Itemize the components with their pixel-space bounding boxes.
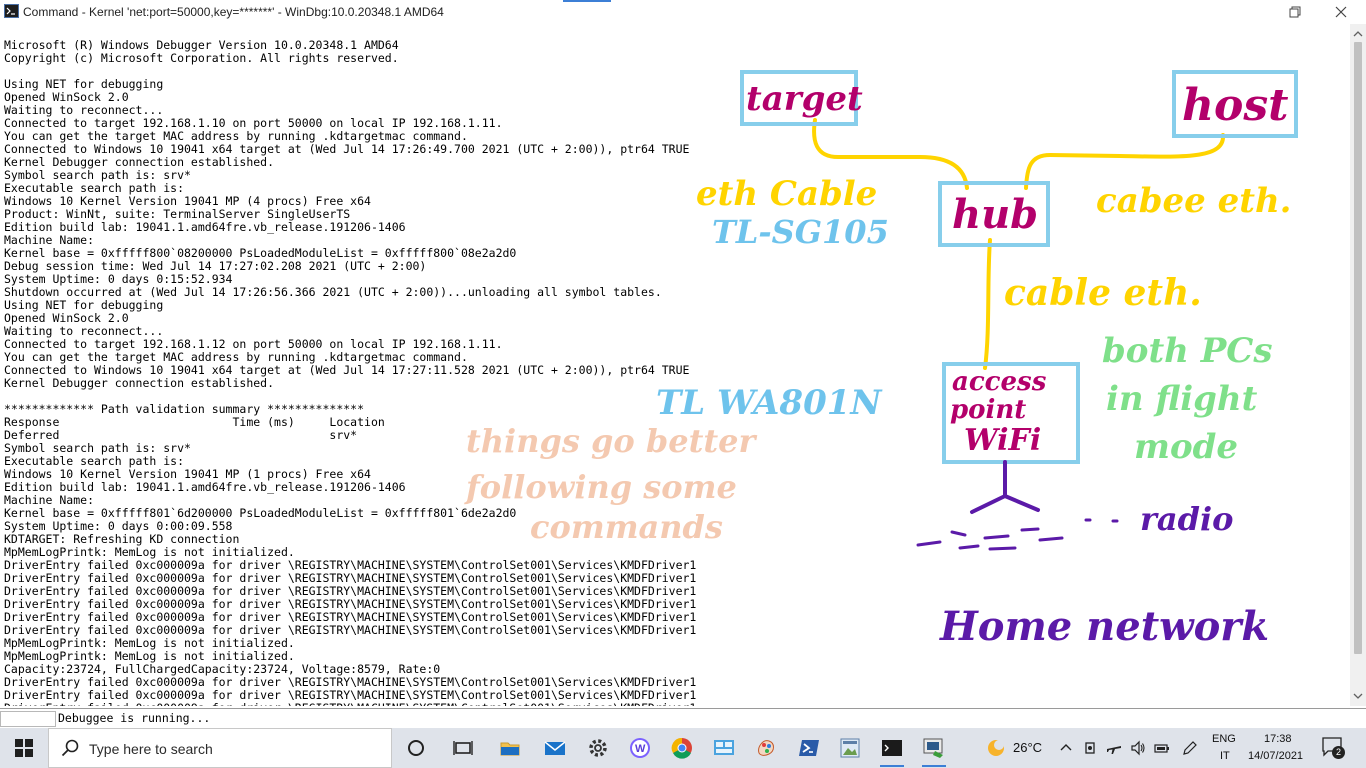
window-title: Command - Kernel 'net:port=50000,key=***…	[23, 5, 444, 19]
command-window-icon[interactable]	[4, 4, 19, 18]
settings-icon	[589, 739, 607, 757]
vertical-scrollbar[interactable]	[1350, 24, 1366, 706]
mail-icon	[544, 741, 566, 755]
mail-button[interactable]	[535, 728, 575, 768]
title-accent-bar	[563, 0, 611, 2]
paint-button[interactable]	[746, 728, 786, 768]
output-text: Microsoft (R) Windows Debugger Version 1…	[4, 39, 696, 707]
airplane-mode-icon[interactable]	[1106, 740, 1122, 756]
notification-count: 2	[1332, 746, 1345, 759]
output-line: Copyright (c) Microsoft Corporation. All…	[4, 51, 399, 65]
windbg-button[interactable]	[914, 728, 954, 768]
chevron-up-icon[interactable]	[1058, 740, 1074, 756]
command-prompt-box	[0, 711, 56, 727]
restore-icon	[1289, 6, 1301, 18]
settings-button[interactable]	[578, 728, 618, 768]
svg-text:W: W	[635, 743, 646, 755]
usb-device-icon[interactable]	[1082, 740, 1098, 756]
start-button[interactable]	[0, 728, 48, 768]
weather-temperature[interactable]: 26°C	[1013, 740, 1042, 755]
weather-sun-icon[interactable]	[985, 737, 1007, 759]
notifications-button[interactable]: 2	[1322, 737, 1346, 759]
file-explorer-button[interactable]	[490, 728, 530, 768]
terminal-button[interactable]	[872, 728, 912, 768]
cortana-button[interactable]	[396, 728, 436, 768]
task-view-button[interactable]	[443, 728, 483, 768]
command-bar: Debuggee is running...	[0, 708, 1366, 729]
windows-logo-icon	[15, 739, 33, 757]
output-line: Edition build lab: 19041.1.amd64fre.vb_r…	[4, 220, 406, 234]
search-box[interactable]: Type here to search	[48, 728, 392, 768]
cortana-icon	[408, 740, 424, 756]
command-output[interactable]: Microsoft (R) Windows Debugger Version 1…	[0, 24, 1350, 706]
restore-button[interactable]	[1272, 0, 1318, 24]
close-icon	[1335, 6, 1347, 18]
scroll-thumb[interactable]	[1354, 42, 1362, 654]
scroll-down-arrow-icon[interactable]	[1353, 691, 1363, 701]
paint-icon	[758, 740, 774, 756]
clock-date[interactable]: 14/07/2021	[1248, 750, 1303, 762]
search-placeholder: Type here to search	[89, 741, 213, 757]
image-viewer-icon	[840, 738, 860, 758]
output-line: DriverEntry failed 0xc000009a for driver…	[4, 702, 696, 707]
windbg-icon	[923, 738, 943, 758]
image-viewer-button[interactable]	[830, 728, 870, 768]
output-line: Edition build lab: 19041.1.amd64fre.vb_r…	[4, 480, 406, 494]
powershell-icon	[799, 740, 819, 756]
pen-icon[interactable]	[1182, 740, 1198, 756]
taskbar: Type here to search W 26°C ENG IT 17:38 …	[0, 728, 1366, 768]
scroll-up-arrow-icon[interactable]	[1353, 29, 1363, 39]
close-button[interactable]	[1318, 0, 1364, 24]
clock-time[interactable]: 17:38	[1264, 733, 1292, 745]
output-line: Kernel Debugger connection established.	[4, 376, 275, 390]
chrome-icon	[671, 737, 692, 759]
volume-icon[interactable]	[1130, 740, 1146, 756]
w-app-icon: W	[630, 738, 650, 758]
chrome-button[interactable]	[662, 728, 702, 768]
title-bar: Command - Kernel 'net:port=50000,key=***…	[0, 0, 1366, 25]
control-panel-icon	[714, 740, 734, 755]
search-icon	[61, 739, 79, 757]
terminal-icon	[882, 740, 902, 756]
battery-icon[interactable]	[1154, 740, 1170, 756]
control-panel-button[interactable]	[704, 728, 744, 768]
file-explorer-icon	[500, 742, 520, 756]
task-view-icon	[453, 741, 473, 755]
command-input[interactable]: Debuggee is running...	[58, 711, 210, 725]
input-language[interactable]: ENG	[1212, 733, 1236, 745]
w-app-button[interactable]: W	[620, 728, 660, 768]
powershell-button[interactable]	[789, 728, 829, 768]
input-language-region[interactable]: IT	[1220, 750, 1230, 762]
